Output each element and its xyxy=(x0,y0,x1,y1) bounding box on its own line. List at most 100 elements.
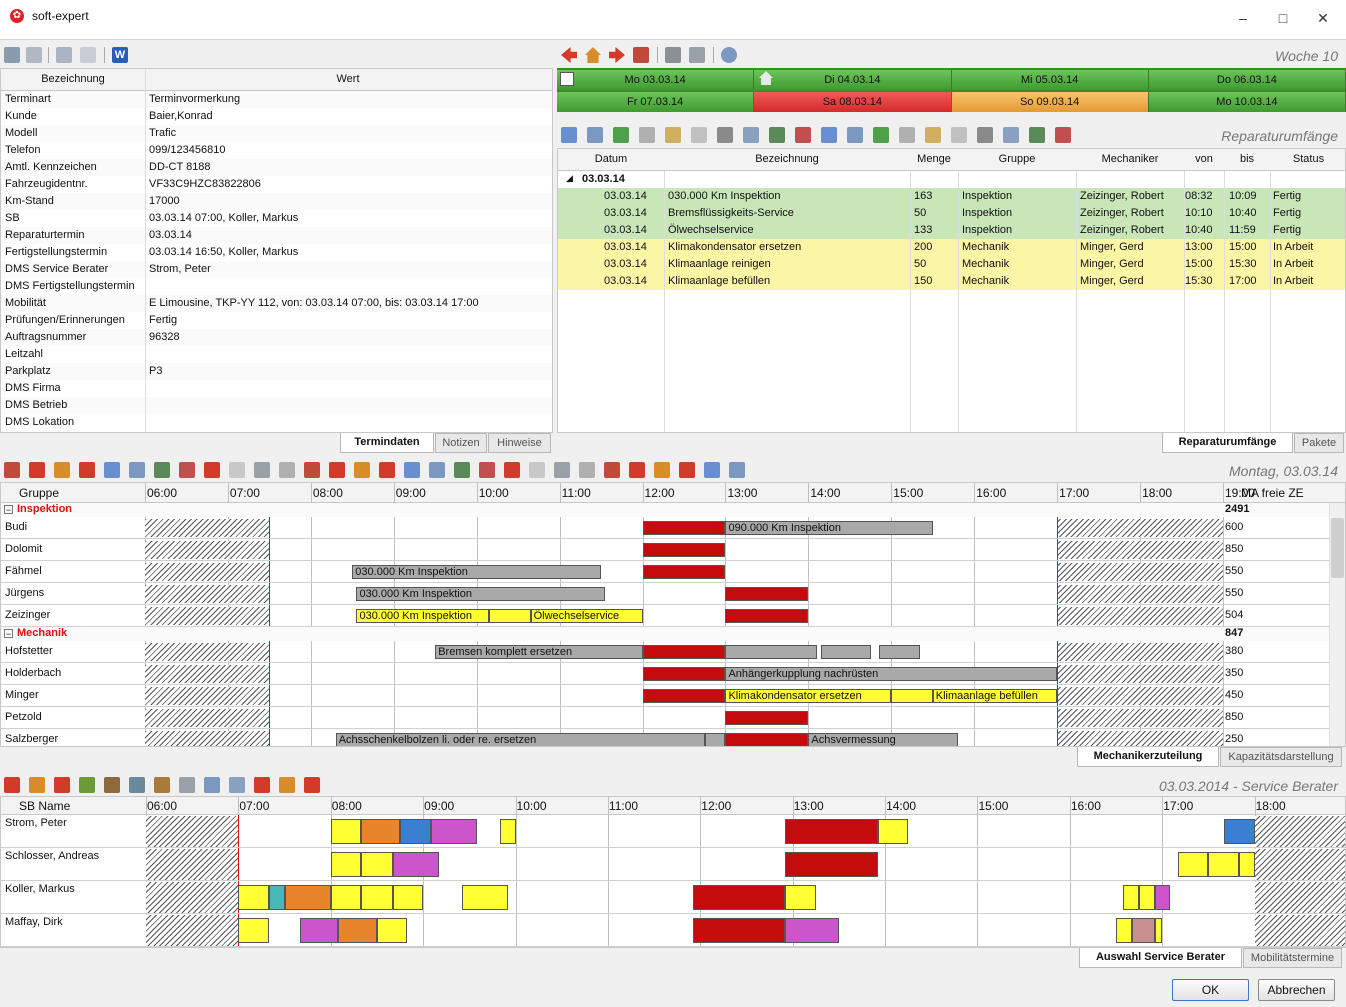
link-icon[interactable] xyxy=(80,47,96,63)
appointment-block[interactable] xyxy=(400,819,431,844)
property-row[interactable]: Telefon 099/123456810 xyxy=(1,142,552,159)
property-row[interactable]: Auftragsnummer 96328 xyxy=(1,329,552,346)
appointment-block[interactable] xyxy=(238,918,269,943)
appointment-block[interactable] xyxy=(268,885,285,910)
toolbar-icon[interactable] xyxy=(654,462,670,478)
toolbar-icon[interactable] xyxy=(204,777,220,793)
job-bar[interactable]: 090.000 Km Inspektion xyxy=(725,521,933,535)
copy-icon[interactable] xyxy=(56,47,72,63)
appointment-block[interactable] xyxy=(361,819,401,844)
appointment-block[interactable] xyxy=(1131,918,1155,943)
appointment-block[interactable] xyxy=(785,819,878,844)
toolbar-icon[interactable] xyxy=(229,462,245,478)
minimize-button[interactable]: – xyxy=(1228,8,1258,28)
day-cell[interactable]: Mo 03.03.14 xyxy=(557,70,755,90)
home-icon[interactable] xyxy=(585,47,601,63)
tab-notizen[interactable]: Notizen xyxy=(435,433,487,453)
appointment-block[interactable] xyxy=(692,918,786,943)
appointment-block[interactable] xyxy=(499,819,516,844)
property-row[interactable]: Km-Stand 17000 xyxy=(1,193,552,210)
property-row[interactable]: DMS Betrieb xyxy=(1,397,552,414)
delete-icon[interactable] xyxy=(691,127,707,143)
tab-termindaten[interactable]: Termindaten xyxy=(340,433,434,453)
job-bar[interactable] xyxy=(725,733,809,746)
swap-icon[interactable] xyxy=(899,127,915,143)
appointment-block[interactable] xyxy=(1139,885,1155,910)
job-bar[interactable] xyxy=(878,645,921,659)
property-row[interactable]: DMS Lokation xyxy=(1,414,552,431)
appointment-block[interactable] xyxy=(284,885,331,910)
mechanic-name[interactable]: Dolomit xyxy=(5,543,42,555)
property-row[interactable]: Prüfungen/Erinnerungen Fertig xyxy=(1,312,552,329)
appointment-block[interactable] xyxy=(1224,819,1255,844)
tab-pakete[interactable]: Pakete xyxy=(1294,433,1344,453)
appointment-block[interactable] xyxy=(1123,885,1140,910)
search-icon[interactable] xyxy=(721,47,737,63)
day-cell[interactable]: Fr 07.03.14 xyxy=(557,92,755,112)
collapse-icon[interactable]: − xyxy=(4,629,13,639)
toolbar-icon[interactable] xyxy=(529,462,545,478)
toolbar-icon[interactable] xyxy=(4,777,20,793)
grid-icon[interactable] xyxy=(769,127,785,143)
tab-kapazitaetsdarstellung[interactable]: Kapazitätsdarstellung xyxy=(1220,747,1342,767)
repair-row[interactable]: 03.03.14 Klimakondensator ersetzen 200 Mech… xyxy=(558,239,1345,256)
toolbar-icon[interactable] xyxy=(79,462,95,478)
toolbar-icon[interactable] xyxy=(29,777,45,793)
close-button[interactable]: ✕ xyxy=(1308,8,1338,28)
job-bar[interactable]: Bremsen komplett ersetzen xyxy=(435,645,643,659)
toolbar-icon[interactable] xyxy=(729,462,745,478)
mechanic-name[interactable]: Holderbach xyxy=(5,667,61,679)
toolbar-icon[interactable] xyxy=(679,462,695,478)
mechanic-name[interactable]: Minger xyxy=(5,689,39,701)
appointment-block[interactable] xyxy=(1208,852,1239,877)
property-row[interactable]: Terminart Terminvormerkung xyxy=(1,91,552,108)
job-bar[interactable] xyxy=(642,645,726,659)
search-icon[interactable] xyxy=(587,127,603,143)
toolbar-icon[interactable] xyxy=(429,462,445,478)
appointment-block[interactable] xyxy=(461,885,509,910)
toolbar-icon[interactable] xyxy=(704,462,720,478)
property-row[interactable]: Kunde Baier,Konrad xyxy=(1,108,552,125)
job-bar[interactable] xyxy=(642,543,726,557)
arrow-left-icon[interactable] xyxy=(561,47,577,63)
column-header[interactable]: Menge xyxy=(910,153,958,165)
repairs-group-row[interactable]: ◢ 03.03.14 xyxy=(558,171,1345,188)
appointment-block[interactable] xyxy=(330,885,362,910)
toolbar-icon[interactable] xyxy=(279,777,295,793)
job-bar[interactable] xyxy=(891,689,933,703)
calendar-icon[interactable] xyxy=(633,47,649,63)
toolbar-icon[interactable] xyxy=(379,462,395,478)
appointment-block[interactable] xyxy=(361,885,393,910)
toolbar-icon[interactable] xyxy=(279,462,295,478)
mechanic-name[interactable]: Hofstetter xyxy=(5,645,53,657)
mechanic-name[interactable]: Salzberger xyxy=(5,733,58,745)
zoom-icon[interactable] xyxy=(743,127,759,143)
job-bar[interactable]: Anhängerkupplung nachrüsten xyxy=(725,667,1058,681)
job-bar[interactable] xyxy=(820,645,871,659)
check-icon[interactable] xyxy=(613,127,629,143)
appointment-block[interactable] xyxy=(1177,852,1209,877)
appointment-block[interactable] xyxy=(330,819,362,844)
day-cell[interactable]: Di 04.03.14 xyxy=(754,70,952,90)
toolbar-icon[interactable] xyxy=(604,462,620,478)
column-header[interactable]: Mechaniker xyxy=(1076,153,1184,165)
job-bar[interactable]: Achsschenkelbolzen li. oder re. ersetzen xyxy=(335,733,705,746)
toolbar-icon[interactable] xyxy=(254,777,270,793)
appointment-block[interactable] xyxy=(361,852,393,877)
column-header[interactable]: von xyxy=(1184,153,1224,165)
service-berater-name[interactable]: Strom, Peter xyxy=(5,817,67,829)
job-bar[interactable]: Ölwechselservice xyxy=(530,609,643,623)
appointment-block[interactable] xyxy=(392,885,424,910)
job-bar[interactable] xyxy=(489,609,531,623)
toolbar-icon[interactable] xyxy=(4,462,20,478)
palette-icon[interactable] xyxy=(1055,127,1071,143)
toolbar-icon[interactable] xyxy=(54,462,70,478)
zoom-clear-icon[interactable] xyxy=(795,127,811,143)
job-bar[interactable] xyxy=(642,689,726,703)
move-icon[interactable] xyxy=(873,127,889,143)
column-header[interactable]: Bezeichnung xyxy=(664,153,910,165)
day-cell[interactable]: Sa 08.03.14 xyxy=(754,92,952,112)
column-header[interactable]: Datum xyxy=(558,153,664,165)
repair-row[interactable]: 03.03.14 Klimaanlage reinigen 50 Mechanik Mi… xyxy=(558,256,1345,273)
appointment-block[interactable] xyxy=(1154,918,1163,943)
